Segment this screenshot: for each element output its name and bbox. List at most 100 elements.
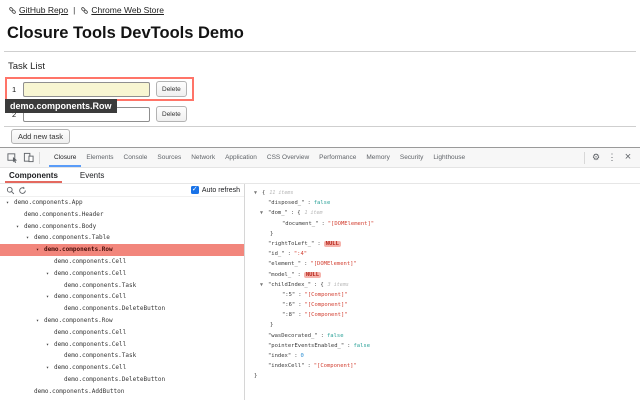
collapse-arrow-icon[interactable]: ▼ [260,208,268,218]
tree-node-app[interactable]: ▾demo.components.App [0,197,244,209]
expand-arrow-icon[interactable]: ▾ [36,245,44,257]
tab-performance[interactable]: Performance [314,148,361,167]
tree-node-row[interactable]: ▾demo.components.Row [0,315,244,327]
tree-node-cell[interactable]: ▾demo.components.Cell [0,268,244,280]
github-repo-link[interactable]: GitHub Repo [8,5,68,15]
divider [4,126,636,127]
json-value: "[Component]" [305,292,348,298]
tree-node-body[interactable]: ▾demo.components.Body [0,221,244,233]
colon: : [298,302,301,308]
tree-node-label: demo.components.AddButton [34,388,124,395]
delete-task-button-1[interactable]: Delete [156,81,187,97]
json-key: "wasDecorated_" [268,333,318,339]
expand-arrow-icon[interactable]: ▾ [36,316,44,328]
auto-refresh-label[interactable]: Auto refresh [202,187,240,194]
tree-node-task[interactable]: demo.components.Task [0,280,244,292]
tree-node-add-button[interactable]: demo.components.AddButton [0,386,244,398]
expand-arrow-icon[interactable]: ▾ [46,340,54,352]
tree-node-header[interactable]: demo.components.Header [0,209,244,221]
close-devtools-icon[interactable]: × [620,150,636,166]
tree-node-cell[interactable]: ▾demo.components.Cell [0,339,244,351]
colon: : [317,241,320,247]
subtab-events[interactable]: Events [80,168,104,183]
tree-node-label: demo.components.Task [64,282,136,289]
json-key: ":8" [282,312,295,318]
tree-node-label: demo.components.Cell [54,341,126,348]
link-separator: | [73,5,75,15]
json-line: ":6":"[Component]" [254,300,640,310]
delete-task-button-2[interactable]: Delete [156,106,187,122]
github-link-label: GitHub Repo [19,5,68,15]
add-task-button[interactable]: Add new task [11,129,70,144]
colon: : [321,221,324,227]
json-key: "pointerEventsEnabled_" [268,343,344,349]
tree-node-label: demo.components.Table [34,234,110,241]
colon: : [321,333,324,339]
tree-node-cell[interactable]: demo.components.Cell [0,256,244,268]
expand-arrow-icon[interactable]: ▾ [16,222,24,234]
tree-node-delete-button[interactable]: demo.components.DeleteButton [0,374,244,386]
json-key: "element_" [268,261,301,267]
tab-css-overview[interactable]: CSS Overview [262,148,314,167]
tree-node-row-selected[interactable]: ▾demo.components.Row [0,244,244,256]
auto-refresh-checkbox[interactable]: ✓ [191,186,199,194]
devtools-panel: Closure Elements Console Sources Network… [0,147,640,400]
tree-node-label: demo.components.Cell [54,270,126,277]
search-icon[interactable] [4,184,16,196]
json-value: "[Component]" [314,363,357,369]
page-title: Closure Tools DevTools Demo [7,24,244,43]
tree-node-cell[interactable]: ▾demo.components.Cell [0,291,244,303]
colon: : [298,272,301,278]
tree-node-table[interactable]: ▾demo.components.Table [0,232,244,244]
colon: : [314,282,317,288]
json-value: NULL [304,272,321,278]
tab-sources[interactable]: Sources [152,148,186,167]
kebab-menu-icon[interactable]: ⋮ [604,150,620,166]
expand-arrow-icon[interactable]: ▾ [46,269,54,281]
json-line: "indexCell":"[Component]" [254,361,640,371]
tree-node-label: demo.components.Body [24,223,96,230]
expand-arrow-icon[interactable]: ▾ [46,363,54,375]
divider [4,51,636,52]
tree-toolbar: ✓ Auto refresh [0,184,244,197]
tab-security[interactable]: Security [395,148,428,167]
collapse-arrow-icon[interactable]: ▼ [254,188,262,198]
json-line: ▼"dom_":{1 item [254,208,640,218]
tab-network[interactable]: Network [186,148,220,167]
collapse-arrow-icon[interactable]: ▼ [260,280,268,290]
json-line: ":5":"[Component]" [254,290,640,300]
expand-arrow-icon[interactable]: ▾ [26,233,34,245]
tab-memory[interactable]: Memory [361,148,394,167]
tab-application[interactable]: Application [220,148,262,167]
json-line: "pointerEventsEnabled_":false [254,341,640,351]
tab-lighthouse[interactable]: Lighthouse [428,148,470,167]
expand-arrow-icon[interactable]: ▾ [46,292,54,304]
inspect-element-icon[interactable] [4,150,20,166]
subtab-components[interactable]: Components [9,168,58,183]
tab-elements[interactable]: Elements [81,148,118,167]
tab-console[interactable]: Console [119,148,153,167]
json-value: "[DOMElement]" [310,261,356,267]
json-key: "index" [268,353,291,359]
refresh-icon[interactable] [16,184,28,196]
json-line: ":8":"[Component]" [254,310,640,320]
tree-node-delete-button[interactable]: demo.components.DeleteButton [0,303,244,315]
tab-closure[interactable]: Closure [49,148,81,167]
expand-arrow-icon[interactable]: ▾ [6,198,14,210]
settings-gear-icon[interactable]: ⚙ [588,150,604,166]
link-icon [8,6,17,15]
tree-node-cell[interactable]: demo.components.Cell [0,327,244,339]
json-line: "id_":":4" [254,249,640,259]
json-line: "index":0 [254,351,640,361]
tree-node-cell[interactable]: ▾demo.components.Cell [0,362,244,374]
json-value: "[DOMElement]" [328,221,374,227]
web-store-link-label: Chrome Web Store [91,5,164,15]
tree-node-task[interactable]: demo.components.Task [0,350,244,362]
close-brace: } [254,373,257,379]
device-toolbar-icon[interactable] [20,150,36,166]
task-input-1[interactable] [23,82,150,97]
toolbar-divider [584,152,585,164]
json-line: "document_":"[DOMElement]" [254,219,640,229]
chrome-web-store-link[interactable]: Chrome Web Store [80,5,164,15]
devtools-toolbar: Closure Elements Console Sources Network… [0,148,640,168]
